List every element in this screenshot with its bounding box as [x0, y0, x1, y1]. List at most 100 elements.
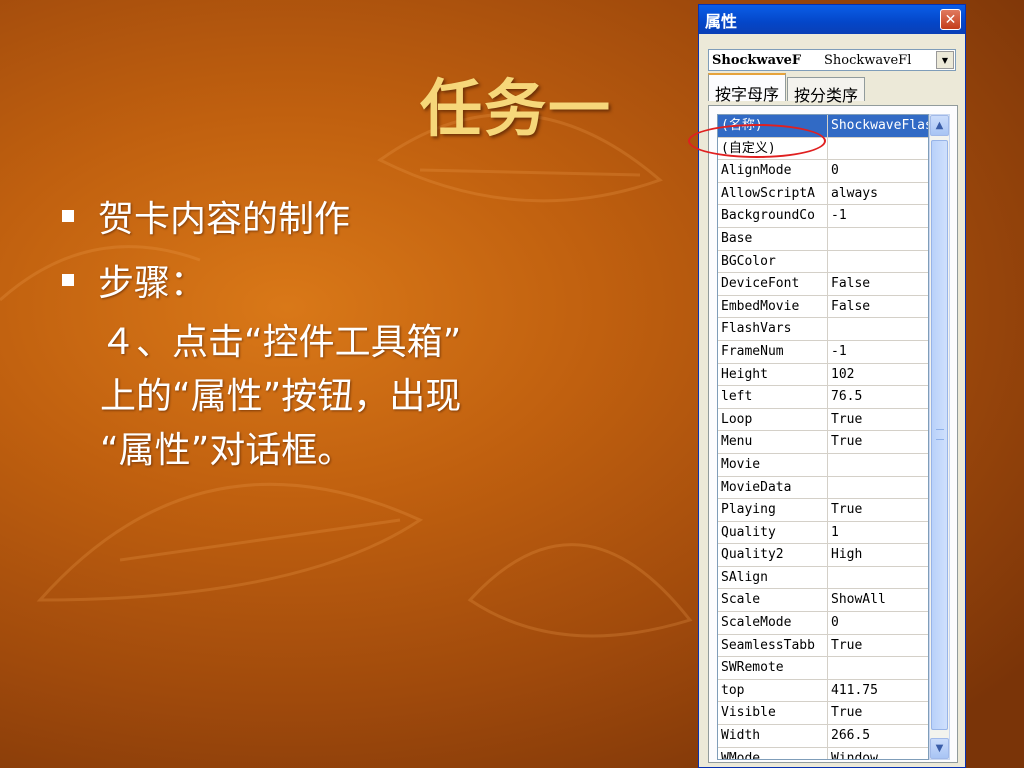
tab-categorized[interactable]: 按分类序	[787, 77, 866, 105]
property-value[interactable]: 266.5	[828, 725, 928, 747]
property-row[interactable]: Base	[718, 227, 928, 251]
property-value[interactable]: 76.5	[828, 386, 928, 408]
paragraph-line: 上的“属性”按钮，出现	[100, 376, 462, 417]
property-value[interactable]: High	[828, 544, 928, 566]
property-value[interactable]: True	[828, 702, 928, 724]
property-value[interactable]: True	[828, 635, 928, 657]
property-name: Menu	[718, 431, 828, 453]
property-value[interactable]: True	[828, 499, 928, 521]
properties-window: 属性 ✕ ShockwaveF ShockwaveFl ▼ 按字母序 按分类序 …	[698, 4, 966, 768]
property-value[interactable]: True	[828, 431, 928, 453]
property-row[interactable]: FrameNum -1	[718, 340, 928, 364]
property-name: WMode	[718, 747, 828, 759]
property-row[interactable]: Loop True	[718, 408, 928, 432]
property-name: Playing	[718, 499, 828, 521]
property-name: Quality	[718, 521, 828, 544]
object-selector-dropdown[interactable]: ShockwaveF ShockwaveFl ▼	[708, 49, 956, 71]
window-titlebar[interactable]: 属性 ✕	[699, 5, 965, 34]
slide-body: 贺卡内容的制作 步骤： ４、点击“控件工具箱” 上的“属性”按钮，出现 “属性”…	[62, 188, 622, 478]
vertical-scrollbar[interactable]: ▲ ▼	[929, 114, 950, 760]
property-value[interactable]	[828, 454, 928, 476]
property-row[interactable]: SeamlessTabb True	[718, 634, 928, 658]
tab-panel: (名称)ShockwaveFlash1(自定义)AlignMode0AllowS…	[708, 105, 958, 763]
property-name: SWRemote	[718, 657, 828, 679]
property-name: Loop	[718, 408, 828, 431]
property-value[interactable]: 0	[828, 160, 928, 182]
property-value[interactable]: 1	[828, 522, 928, 544]
property-name: Width	[718, 725, 828, 747]
close-icon: ✕	[944, 11, 957, 28]
scroll-down-button[interactable]: ▼	[930, 738, 949, 759]
property-row[interactable]: BackgroundCo -1	[718, 205, 928, 228]
property-row[interactable]: Width 266.5	[718, 725, 928, 748]
property-row[interactable]: Quality2 High	[718, 544, 928, 567]
property-value[interactable]: 102	[828, 364, 928, 386]
paragraph-line: “属性”对话框。	[100, 430, 354, 471]
property-value[interactable]: False	[828, 296, 928, 318]
property-value[interactable]: always	[828, 183, 928, 205]
property-row[interactable]: Movie	[718, 453, 928, 477]
property-name: left	[718, 386, 828, 408]
property-value[interactable]	[828, 477, 928, 499]
property-name: Base	[718, 227, 828, 250]
bullet-item: 步骤：	[62, 252, 622, 308]
property-name: DeviceFont	[718, 273, 828, 295]
property-row[interactable]: Visible True	[718, 702, 928, 726]
property-row[interactable]: DeviceFont False	[718, 273, 928, 296]
property-value[interactable]	[828, 138, 928, 160]
property-row[interactable]: BGColor	[718, 250, 928, 274]
window-title: 属性	[705, 11, 738, 31]
property-row[interactable]: top 411.75	[718, 679, 928, 703]
property-name: BGColor	[718, 250, 828, 273]
dropdown-arrow-icon[interactable]: ▼	[936, 51, 954, 69]
property-value[interactable]: 0	[828, 612, 928, 634]
property-row[interactable]: Playing True	[718, 499, 928, 522]
bullet-text: 步骤：	[98, 263, 207, 304]
property-value[interactable]: True	[828, 409, 928, 431]
property-row[interactable]: Scale ShowAll	[718, 589, 928, 613]
property-row[interactable]: left 76.5	[718, 386, 928, 409]
property-row[interactable]: EmbedMovie False	[718, 295, 928, 319]
property-name: AllowScriptA	[718, 182, 828, 205]
scroll-up-button[interactable]: ▲	[930, 115, 949, 136]
property-row[interactable]: WMode Window	[718, 747, 928, 759]
scroll-thumb[interactable]	[931, 140, 948, 730]
close-button[interactable]: ✕	[940, 9, 961, 30]
property-name: SeamlessTabb	[718, 634, 828, 657]
chevron-down-icon: ▼	[935, 743, 944, 754]
property-value[interactable]: 411.75	[828, 680, 928, 702]
bullet-square-icon	[62, 274, 74, 286]
property-name: FlashVars	[718, 318, 828, 340]
property-value[interactable]	[828, 251, 928, 273]
highlight-circle-annotation	[688, 124, 826, 158]
property-row[interactable]: Quality 1	[718, 521, 928, 545]
property-name: Visible	[718, 702, 828, 725]
property-row[interactable]: SWRemote	[718, 657, 928, 680]
property-value[interactable]: Window	[828, 748, 928, 759]
property-row[interactable]: Menu True	[718, 431, 928, 454]
property-value[interactable]	[828, 318, 928, 340]
bullet-item: 贺卡内容的制作	[62, 188, 622, 244]
property-row[interactable]: FlashVars	[718, 318, 928, 341]
property-row[interactable]: MovieData	[718, 476, 928, 500]
property-name: Scale	[718, 589, 828, 612]
property-name: Movie	[718, 453, 828, 476]
property-row[interactable]: SAlign	[718, 566, 928, 590]
property-row[interactable]: AlignMode 0	[718, 160, 928, 183]
property-grid: (名称)ShockwaveFlash1(自定义)AlignMode0AllowS…	[717, 114, 929, 760]
property-value[interactable]	[828, 228, 928, 250]
property-value[interactable]: False	[828, 273, 928, 295]
property-value[interactable]	[828, 657, 928, 679]
property-value[interactable]: -1	[828, 205, 928, 227]
property-value[interactable]: ShowAll	[828, 589, 928, 611]
tab-alphabetic[interactable]: 按字母序	[708, 73, 787, 104]
property-row[interactable]: AllowScriptA always	[718, 182, 928, 206]
property-name: EmbedMovie	[718, 295, 828, 318]
property-value[interactable]: ShockwaveFlash1	[828, 115, 928, 137]
property-row[interactable]: Height 102	[718, 363, 928, 387]
property-name: BackgroundCo	[718, 205, 828, 227]
property-row[interactable]: ScaleMode 0	[718, 612, 928, 635]
property-value[interactable]	[828, 567, 928, 589]
property-value[interactable]: -1	[828, 341, 928, 363]
bullet-text: 贺卡内容的制作	[98, 199, 351, 240]
